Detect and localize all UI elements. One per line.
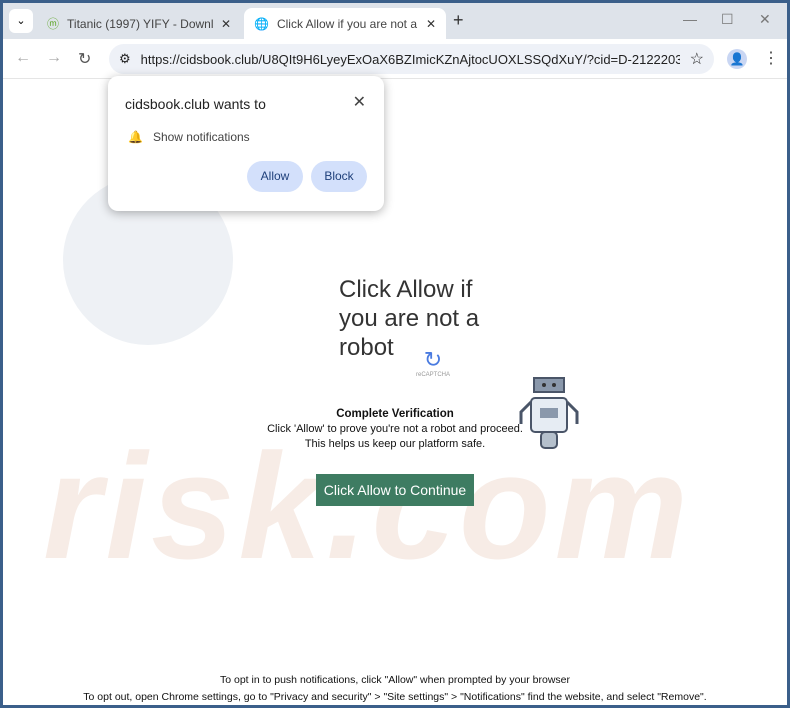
close-tab-icon[interactable]: ✕: [426, 17, 436, 31]
new-tab-button[interactable]: +: [453, 10, 464, 31]
footer-optin: To opt in to push notifications, click "…: [219, 674, 571, 686]
site-settings-icon[interactable]: ⚙: [119, 51, 131, 67]
menu-kebab-icon[interactable]: ⋮: [763, 48, 779, 68]
minimize-button[interactable]: —: [683, 11, 697, 27]
popup-title: cidsbook.club wants to: [125, 96, 266, 112]
profile-avatar[interactable]: 👤: [727, 49, 747, 69]
tab-bar: ⌄ ⓜTitanic (1997) YIFY - Download✕ 🌐Clic…: [3, 3, 787, 39]
maximize-button[interactable]: ☐: [721, 11, 734, 28]
close-window-button[interactable]: ✕: [759, 11, 771, 28]
recaptcha-logo: ↻ reCAPTCHA: [415, 347, 450, 379]
address-bar[interactable]: ⚙ https://cidsbook.club/U8QIt9H6LyeyExOaX…: [109, 44, 714, 74]
yify-icon: ⓜ: [47, 17, 60, 31]
tab-search-button[interactable]: ⌄: [9, 9, 33, 33]
block-button[interactable]: Block: [311, 161, 367, 192]
continue-button[interactable]: Click Allow to Continue: [316, 474, 474, 506]
bookmark-star-icon[interactable]: ☆: [690, 49, 704, 69]
allow-button[interactable]: Allow: [247, 161, 303, 192]
close-icon[interactable]: ✕: [353, 92, 366, 112]
back-button[interactable]: ←: [15, 49, 31, 67]
browser-window: ⌄ ⓜTitanic (1997) YIFY - Download✕ 🌐Clic…: [3, 3, 787, 705]
toolbar: ← → ↻ ⚙ https://cidsbook.club/U8QIt9H6Lye…: [3, 39, 787, 79]
close-tab-icon[interactable]: ✕: [221, 17, 231, 31]
recaptcha-icon: ↻: [423, 347, 443, 372]
tab-active[interactable]: 🌐Click Allow if you are not a robot✕: [244, 8, 446, 39]
bell-icon: 🔔: [128, 130, 143, 144]
reload-button[interactable]: ↻: [78, 49, 91, 69]
forward-button[interactable]: →: [46, 49, 62, 67]
verification-text: Complete Verification Click 'Allow' to pr…: [267, 408, 523, 450]
tab-titanic[interactable]: ⓜTitanic (1997) YIFY - Download✕: [37, 8, 241, 39]
globe-icon: 🌐: [254, 16, 269, 31]
footer-optout: To opt out, open Chrome settings, go to …: [83, 691, 707, 703]
notification-permission-popup: cidsbook.club wants to ✕ 🔔 Show notificat…: [108, 76, 384, 211]
